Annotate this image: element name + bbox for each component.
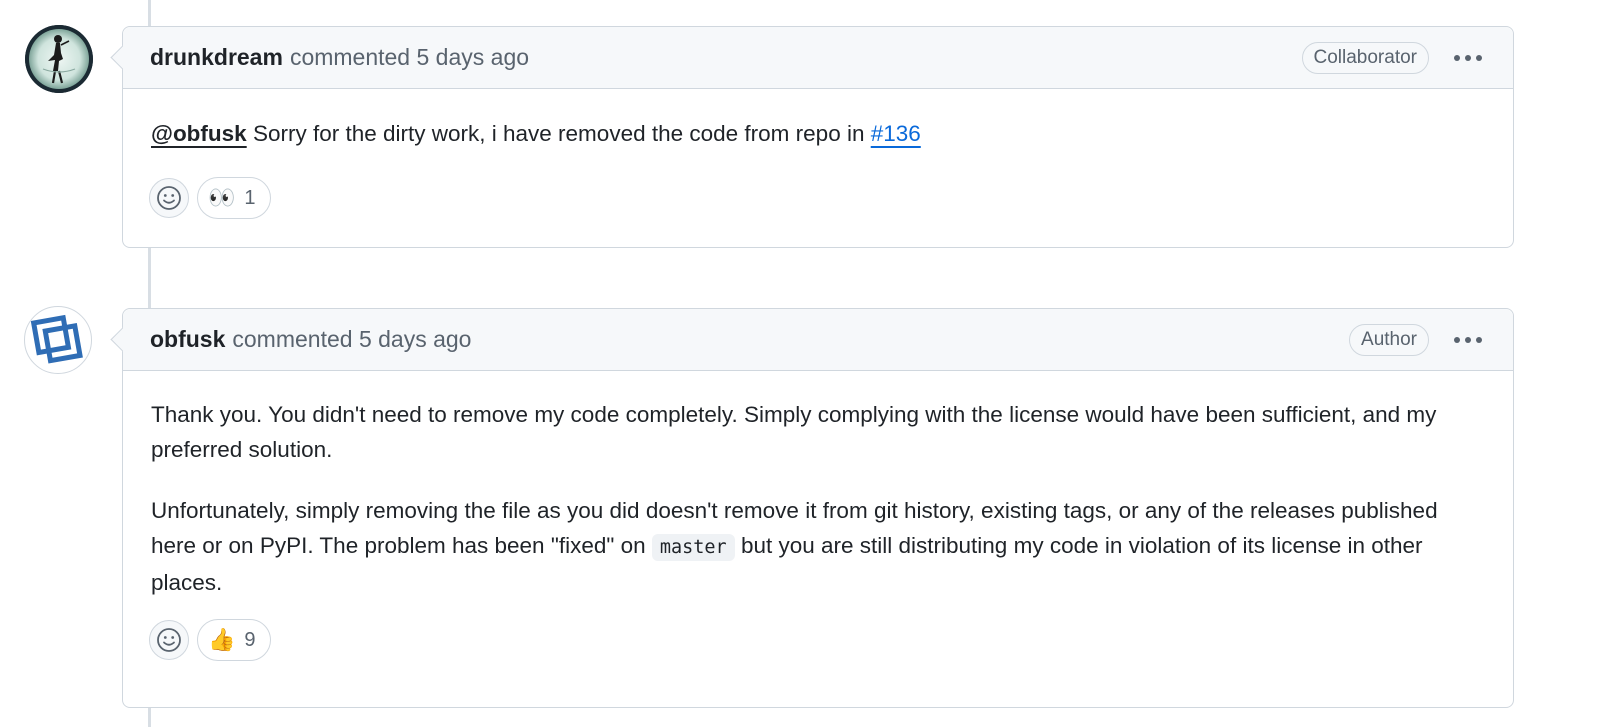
eyes-icon: 👀	[208, 185, 236, 211]
comment-author[interactable]: drunkdream	[150, 44, 283, 71]
reaction-count: 1	[244, 186, 256, 209]
add-reaction-button[interactable]	[149, 178, 189, 218]
comment-paragraph: @obfusk Sorry for the dirty work, i have…	[151, 116, 1485, 151]
reaction-count: 9	[244, 628, 256, 651]
comment-card: drunkdream commented 5 days ago Collabor…	[122, 26, 1514, 248]
kebab-horizontal-icon	[1454, 336, 1482, 343]
comment-header: obfusk commented 5 days ago Author	[123, 309, 1513, 371]
thumbs-up-icon: 👍	[208, 627, 236, 653]
comment-body: @obfusk Sorry for the dirty work, i have…	[123, 89, 1513, 151]
reactions-bar: 👍 9	[149, 619, 271, 661]
reaction-eyes-button[interactable]: 👀 1	[197, 177, 271, 219]
more-options-button[interactable]	[1451, 325, 1485, 355]
comment-author[interactable]: obfusk	[150, 326, 225, 353]
inline-code: master	[651, 534, 735, 561]
author-badge: Author	[1349, 323, 1429, 356]
reactions-bar: 👀 1	[149, 177, 271, 219]
comment-paragraph: Unfortunately, simply removing the file …	[151, 493, 1485, 600]
comment-timestamp[interactable]: commented 5 days ago	[290, 44, 529, 71]
comment-card: obfusk commented 5 days ago Author Thank…	[122, 308, 1514, 708]
reaction-thumbs-up-button[interactable]: 👍 9	[197, 619, 271, 661]
avatar[interactable]	[24, 306, 92, 374]
more-options-button[interactable]	[1451, 43, 1485, 73]
comment-paragraph: Thank you. You didn't need to remove my …	[151, 402, 1437, 462]
comment-text: Sorry for the dirty work, i have removed…	[246, 121, 871, 146]
comment-body: Thank you. You didn't need to remove my …	[123, 371, 1513, 600]
avatar[interactable]	[25, 25, 93, 93]
add-reaction-button[interactable]	[149, 620, 189, 660]
collaborator-badge: Collaborator	[1301, 41, 1429, 74]
kebab-horizontal-icon	[1454, 54, 1482, 61]
smiley-icon	[157, 628, 181, 652]
issue-link[interactable]: #136	[871, 121, 921, 146]
comment-timestamp[interactable]: commented 5 days ago	[232, 326, 471, 353]
user-mention-link[interactable]: @obfusk	[151, 121, 247, 146]
comment-header: drunkdream commented 5 days ago Collabor…	[123, 27, 1513, 89]
sailor-figure-avatar-icon	[25, 25, 93, 93]
smiley-icon	[157, 186, 181, 210]
overlapping-squares-avatar-icon	[30, 314, 83, 364]
